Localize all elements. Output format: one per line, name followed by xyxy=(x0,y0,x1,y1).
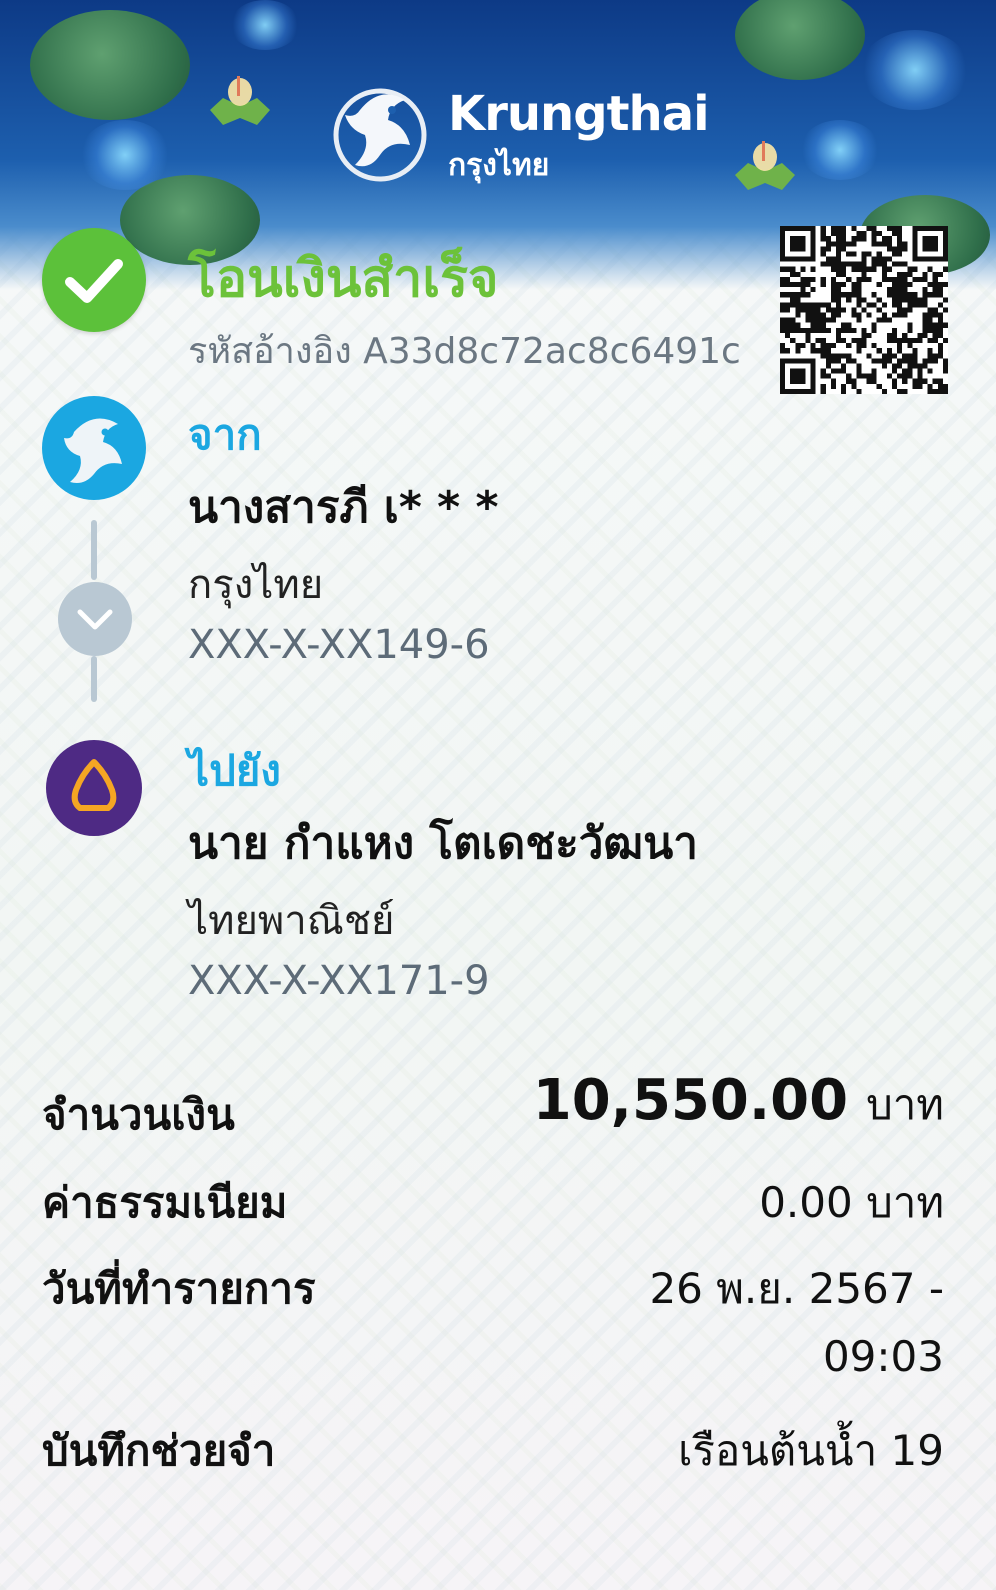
memo-label: บันทึกช่วยจำ xyxy=(42,1426,276,1475)
scb-bank-icon xyxy=(46,740,142,836)
amount-label: จำนวนเงิน xyxy=(42,1090,235,1139)
to-label: ไปยัง xyxy=(188,746,281,795)
krungthai-bank-icon xyxy=(42,396,146,500)
from-label: จาก xyxy=(188,410,262,459)
check-icon xyxy=(65,259,123,303)
scb-logo-icon xyxy=(71,759,117,811)
to-bank: ไทยพาณิชย์ xyxy=(188,898,395,944)
qr-code[interactable] xyxy=(780,226,948,394)
amount-unit: บาท xyxy=(866,1080,944,1129)
garuda-bird-icon xyxy=(64,418,122,483)
date-label: วันที่ทำรายการ xyxy=(42,1264,316,1313)
to-account: XXX-X-XX171-9 xyxy=(188,958,490,1004)
amount-value: 10,550.00 xyxy=(532,1068,849,1133)
chevron-down-icon xyxy=(77,609,113,630)
success-check-icon xyxy=(42,228,146,332)
memo-value: เรือนต้นน้ำ 19 xyxy=(678,1426,944,1475)
fee-label: ค่าธรรมเนียม xyxy=(42,1178,288,1227)
fee-value: 0.00 บาท xyxy=(759,1178,944,1227)
reference-code: รหัสอ้างอิง A33d8c72ac8c6491c xyxy=(188,331,741,372)
time-value: 09:03 xyxy=(822,1332,944,1381)
arrow-down-indicator xyxy=(58,582,132,656)
from-name: นางสารภี เ* * * xyxy=(188,482,499,533)
amount-value-group: 10,550.00 บาท xyxy=(533,1068,944,1138)
connector-line xyxy=(91,656,97,702)
to-name: นาย กำแหง โตเดชะวัฒนา xyxy=(188,818,698,869)
status-title: โอนเงินสำเร็จ xyxy=(188,249,499,309)
date-value: 26 พ.ย. 2567 - xyxy=(649,1264,944,1313)
from-bank: กรุงไทย xyxy=(188,562,324,608)
from-account: XXX-X-XX149-6 xyxy=(188,622,490,668)
connector-line xyxy=(91,520,97,580)
